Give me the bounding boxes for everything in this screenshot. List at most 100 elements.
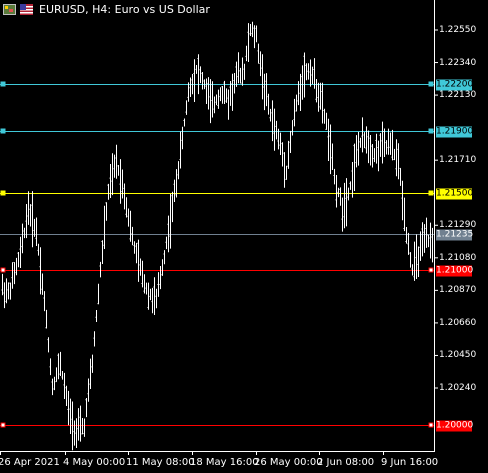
- price-bar: [257, 43, 259, 64]
- price-bar: [55, 367, 57, 383]
- price-bar: [7, 282, 9, 300]
- price-bar: [105, 202, 107, 221]
- level-handle[interactable]: [0, 190, 6, 196]
- price-chart[interactable]: [0, 0, 488, 473]
- price-bar: [167, 215, 169, 253]
- chart-title: EURUSD, H4: Euro vs US Dollar: [39, 2, 210, 16]
- price-bar: [309, 59, 311, 87]
- time-tick-mark: [383, 451, 384, 455]
- price-bar: [145, 282, 147, 295]
- chart-settings-icon[interactable]: [3, 3, 16, 15]
- price-bar: [405, 227, 407, 244]
- price-bar: [51, 378, 53, 396]
- price-bar: [165, 236, 167, 250]
- price-bar: [83, 418, 85, 437]
- price-bar: [111, 153, 113, 196]
- price-bar: [321, 82, 323, 124]
- price-bar: [357, 131, 359, 166]
- price-bar: [251, 21, 253, 38]
- price-bar: [375, 133, 377, 164]
- price-bar: [15, 257, 17, 276]
- price-bar: [89, 358, 91, 390]
- price-bar: [169, 193, 171, 249]
- price-bar: [365, 126, 367, 154]
- price-bar: [413, 241, 415, 281]
- price-bar: [385, 140, 387, 155]
- time-tick-label: 11 May 08:00: [126, 457, 195, 468]
- price-bar: [325, 112, 327, 130]
- price-bar: [161, 259, 163, 276]
- price-bar: [123, 183, 125, 210]
- price-bar: [121, 169, 123, 199]
- level-handle[interactable]: [428, 128, 434, 134]
- price-bar: [259, 51, 261, 77]
- price-bar: [99, 261, 101, 278]
- price-bar: [151, 287, 153, 314]
- price-bar: [107, 183, 109, 200]
- level-handle[interactable]: [0, 267, 6, 273]
- price-bar: [81, 418, 83, 435]
- price-bar: [61, 370, 63, 380]
- price-bar: [141, 260, 143, 288]
- chart-window[interactable]: EURUSD, H4: Euro vs US Dollar 1.22550 1.2…: [0, 0, 488, 473]
- price-bar: [205, 78, 207, 105]
- price-bar: [49, 358, 51, 376]
- time-tick-label: 4 May 00:00: [63, 457, 126, 468]
- price-bar: [299, 73, 301, 112]
- price-bar: [179, 131, 181, 169]
- price-tick-label: 1.20450: [439, 350, 477, 361]
- price-bar: [237, 52, 239, 84]
- price-bar: [195, 64, 197, 74]
- level-handle[interactable]: [428, 422, 434, 428]
- price-bar: [363, 132, 365, 149]
- price-bar: [207, 77, 209, 110]
- price-bar: [301, 65, 303, 100]
- price-bar: [421, 222, 423, 257]
- price-bar: [307, 63, 309, 80]
- price-bar: [13, 262, 15, 285]
- price-bar: [11, 262, 13, 289]
- price-bar: [287, 140, 289, 169]
- price-bar: [261, 54, 263, 100]
- price-bar: [373, 148, 375, 163]
- price-bar: [349, 181, 351, 190]
- level-handle[interactable]: [428, 267, 434, 273]
- level-handle[interactable]: [0, 81, 6, 87]
- level-handle[interactable]: [428, 81, 434, 87]
- price-bar: [389, 132, 391, 155]
- price-bar: [59, 351, 61, 376]
- price-bar: [351, 161, 353, 198]
- level-price-tag: 1.21235: [436, 229, 474, 240]
- price-bar: [153, 277, 155, 316]
- time-tick-mark: [256, 451, 257, 455]
- price-bar: [31, 191, 33, 248]
- price-bar: [359, 137, 361, 148]
- price-bar: [315, 79, 317, 103]
- price-bar: [235, 61, 237, 87]
- time-tick-mark: [319, 451, 320, 455]
- price-tick-label: 1.20660: [439, 317, 477, 328]
- price-bar: [403, 197, 405, 232]
- price-tick-label: 1.22130: [439, 90, 477, 101]
- price-bar: [221, 85, 223, 104]
- level-price-tag: 1.21500: [436, 188, 474, 199]
- price-bar: [429, 222, 431, 259]
- price-bar: [383, 128, 385, 157]
- price-bar: [9, 282, 11, 300]
- price-bar: [303, 52, 305, 98]
- price-bar: [103, 205, 105, 250]
- level-handle[interactable]: [0, 128, 6, 134]
- price-bar: [129, 210, 131, 242]
- price-bar: [115, 144, 117, 179]
- level-handle[interactable]: [428, 190, 434, 196]
- price-bar: [231, 73, 233, 111]
- price-bar: [199, 66, 201, 84]
- price-bar: [149, 288, 151, 301]
- price-bar: [253, 25, 255, 49]
- price-bar: [209, 79, 211, 124]
- level-handle[interactable]: [0, 422, 6, 428]
- level-price-tag: 1.20000: [436, 420, 474, 431]
- price-bar: [425, 217, 427, 248]
- price-bar: [23, 227, 25, 239]
- price-bar: [419, 231, 421, 261]
